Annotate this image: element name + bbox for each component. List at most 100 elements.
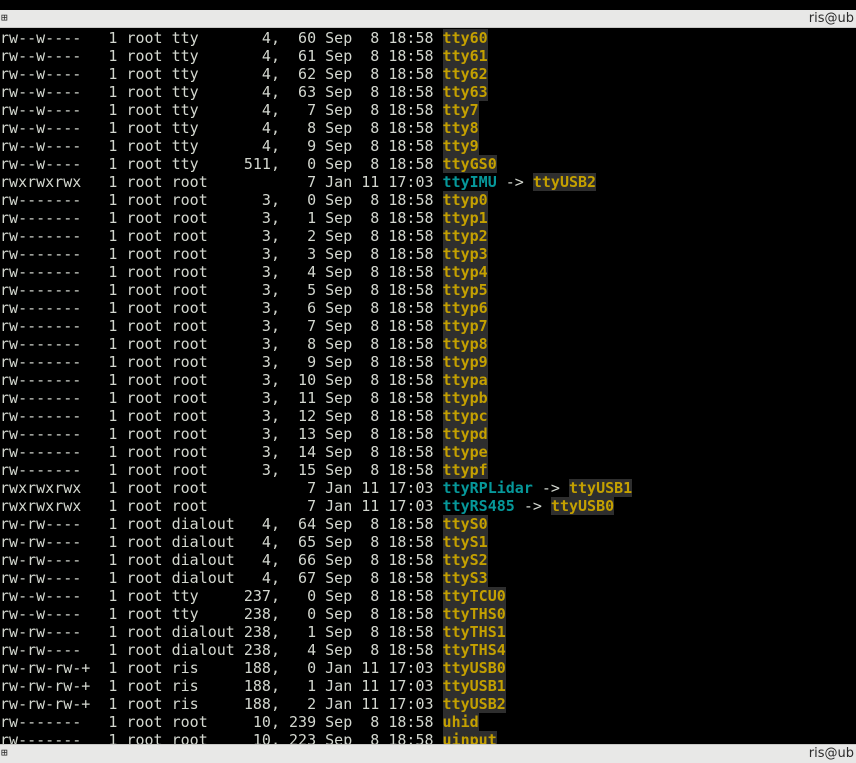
terminal-output[interactable]: crw--w---- 1 root tty 4, 60 Sep 8 18:58 … (0, 28, 856, 744)
device-name: ttyTHS4 (442, 641, 506, 659)
device-name: ttypc (442, 407, 488, 425)
symlink-name: ttyIMU (442, 173, 497, 191)
entry-meta: crw------- 1 root root 10, 223 Sep 8 18:… (0, 731, 443, 744)
list-item: crw------- 1 root root 3, 10 Sep 8 18:58… (0, 371, 632, 389)
entry-meta: crw------- 1 root root 3, 9 Sep 8 18:58 (0, 353, 443, 371)
list-item: crw------- 1 root root 3, 11 Sep 8 18:58… (0, 389, 632, 407)
device-name: tty62 (442, 65, 488, 83)
list-item: crw------- 1 root root 3, 6 Sep 8 18:58 … (0, 299, 632, 317)
symlink-target: ttyUSB1 (568, 479, 633, 497)
device-name: uinput (442, 731, 497, 744)
entry-meta: crw------- 1 root root 3, 6 Sep 8 18:58 (0, 299, 443, 317)
entry-meta: crw------- 1 root root 3, 13 Sep 8 18:58 (0, 425, 443, 443)
entry-meta: crw--w---- 1 root tty 4, 63 Sep 8 18:58 (0, 83, 443, 101)
device-name: ttyS3 (442, 569, 488, 587)
list-item: crw------- 1 root root 3, 7 Sep 8 18:58 … (0, 317, 632, 335)
list-item: crw--w---- 1 root tty 4, 62 Sep 8 18:58 … (0, 65, 632, 83)
device-name: ttyp7 (442, 317, 488, 335)
entry-meta: crw------- 1 root root 10, 239 Sep 8 18:… (0, 713, 443, 731)
device-name: ttypa (442, 371, 488, 389)
entry-meta: crw-rw---- 1 root dialout 4, 65 Sep 8 18… (0, 533, 443, 551)
symlink-target: ttyUSB0 (550, 497, 615, 515)
list-item: crw------- 1 root root 3, 0 Sep 8 18:58 … (0, 191, 632, 209)
list-item: crw--w---- 1 root tty 237, 0 Sep 8 18:58… (0, 587, 632, 605)
list-item: crw------- 1 root root 10, 223 Sep 8 18:… (0, 731, 632, 744)
entry-meta: lrwxrwxrwx 1 root root 7 Jan 11 17:03 (0, 479, 443, 497)
list-item: crw-rw---- 1 root dialout 4, 65 Sep 8 18… (0, 533, 632, 551)
device-name: ttyUSB0 (442, 659, 506, 677)
terminal-menu-icon[interactable]: ⊞ (1, 747, 11, 759)
list-item: crw------- 1 root root 10, 239 Sep 8 18:… (0, 713, 632, 731)
symlink-arrow: -> (532, 479, 569, 497)
device-name: ttyGS0 (442, 155, 497, 173)
symlink-arrow: -> (496, 173, 533, 191)
window-title: ris@ub (808, 11, 854, 26)
entry-meta: crw------- 1 root root 3, 15 Sep 8 18:58 (0, 461, 443, 479)
list-item: crw------- 1 root root 3, 14 Sep 8 18:58… (0, 443, 632, 461)
symlink-name: ttyRPLidar (442, 479, 533, 497)
terminal-menu-icon[interactable]: ⊞ (1, 12, 11, 24)
device-name: ttyp1 (442, 209, 488, 227)
entry-meta: crw--w---- 1 root tty 511, 0 Sep 8 18:58 (0, 155, 443, 173)
list-item: crw-rw---- 1 root dialout 4, 64 Sep 8 18… (0, 515, 632, 533)
list-item: crw--w---- 1 root tty 4, 60 Sep 8 18:58 … (0, 29, 632, 47)
device-name: ttyTCU0 (442, 587, 506, 605)
list-item: crw------- 1 root root 3, 3 Sep 8 18:58 … (0, 245, 632, 263)
device-name: ttyS2 (442, 551, 488, 569)
list-item: lrwxrwxrwx 1 root root 7 Jan 11 17:03 tt… (0, 479, 633, 497)
entry-meta: crw--w---- 1 root tty 4, 7 Sep 8 18:58 (0, 101, 443, 119)
second-window-titlebar[interactable]: ⊞ ris@ub (0, 744, 856, 763)
entry-meta: crw------- 1 root root 3, 1 Sep 8 18:58 (0, 209, 443, 227)
device-name: ttyp5 (442, 281, 488, 299)
device-name: ttypf (442, 461, 488, 479)
window-titlebar[interactable]: ⊞ ris@ub (0, 10, 856, 28)
ls-listing: crw--w---- 1 root tty 4, 60 Sep 8 18:58 … (0, 29, 633, 744)
entry-meta: crw-rw---- 1 root dialout 4, 64 Sep 8 18… (0, 515, 443, 533)
entry-meta: crw--w---- 1 root tty 4, 62 Sep 8 18:58 (0, 65, 443, 83)
entry-meta: crw------- 1 root root 3, 12 Sep 8 18:58 (0, 407, 443, 425)
symlink-arrow: -> (514, 497, 551, 515)
entry-meta: crw--w---- 1 root tty 238, 0 Sep 8 18:58 (0, 605, 443, 623)
device-name: tty9 (442, 137, 479, 155)
device-name: ttyUSB1 (442, 677, 506, 695)
list-item: lrwxrwxrwx 1 root root 7 Jan 11 17:03 tt… (0, 173, 632, 191)
list-item: crw--w---- 1 root tty 4, 63 Sep 8 18:58 … (0, 83, 632, 101)
list-item: lrwxrwxrwx 1 root root 7 Jan 11 17:03 tt… (0, 497, 632, 515)
device-name: ttyTHS0 (442, 605, 506, 623)
entry-meta: crw--w---- 1 root tty 4, 8 Sep 8 18:58 (0, 119, 443, 137)
list-item: crw------- 1 root root 3, 9 Sep 8 18:58 … (0, 353, 632, 371)
list-item: crw------- 1 root root 3, 13 Sep 8 18:58… (0, 425, 632, 443)
entry-meta: crw-rw---- 1 root dialout 4, 67 Sep 8 18… (0, 569, 443, 587)
device-name: ttyUSB2 (442, 695, 506, 713)
device-name: ttyp9 (442, 353, 488, 371)
entry-meta: crw-rw-rw-+ 1 root ris 188, 2 Jan 11 17:… (0, 695, 443, 713)
device-name: ttyp0 (442, 191, 488, 209)
entry-meta: lrwxrwxrwx 1 root root 7 Jan 11 17:03 (0, 497, 443, 515)
list-item: crw-rw-rw-+ 1 root ris 188, 0 Jan 11 17:… (0, 659, 632, 677)
device-name: tty61 (442, 47, 488, 65)
list-item: crw------- 1 root root 3, 5 Sep 8 18:58 … (0, 281, 632, 299)
entry-meta: crw--w---- 1 root tty 4, 61 Sep 8 18:58 (0, 47, 443, 65)
list-item: crw--w---- 1 root tty 238, 0 Sep 8 18:58… (0, 605, 632, 623)
device-name: ttyS1 (442, 533, 488, 551)
device-name: ttyp6 (442, 299, 488, 317)
entry-meta: crw-rw-rw-+ 1 root ris 188, 1 Jan 11 17:… (0, 677, 443, 695)
list-item: crw-rw-rw-+ 1 root ris 188, 1 Jan 11 17:… (0, 677, 632, 695)
list-item: crw------- 1 root root 3, 2 Sep 8 18:58 … (0, 227, 632, 245)
list-item: crw-rw---- 1 root dialout 238, 4 Sep 8 1… (0, 641, 632, 659)
symlink-target: ttyUSB2 (532, 173, 597, 191)
device-name: ttyp4 (442, 263, 488, 281)
list-item: crw--w---- 1 root tty 4, 7 Sep 8 18:58 t… (0, 101, 632, 119)
device-name: tty8 (442, 119, 479, 137)
device-name: tty7 (442, 101, 479, 119)
entry-meta: crw------- 1 root root 3, 5 Sep 8 18:58 (0, 281, 443, 299)
entry-meta: crw------- 1 root root 3, 7 Sep 8 18:58 (0, 317, 443, 335)
entry-meta: crw------- 1 root root 3, 11 Sep 8 18:58 (0, 389, 443, 407)
entry-meta: crw------- 1 root root 3, 0 Sep 8 18:58 (0, 191, 443, 209)
list-item: crw--w---- 1 root tty 511, 0 Sep 8 18:58… (0, 155, 632, 173)
list-item: crw-rw---- 1 root dialout 4, 67 Sep 8 18… (0, 569, 632, 587)
entry-meta: crw-rw---- 1 root dialout 238, 4 Sep 8 1… (0, 641, 443, 659)
list-item: crw------- 1 root root 3, 12 Sep 8 18:58… (0, 407, 632, 425)
entry-meta: crw------- 1 root root 3, 14 Sep 8 18:58 (0, 443, 443, 461)
device-name: uhid (442, 713, 479, 731)
